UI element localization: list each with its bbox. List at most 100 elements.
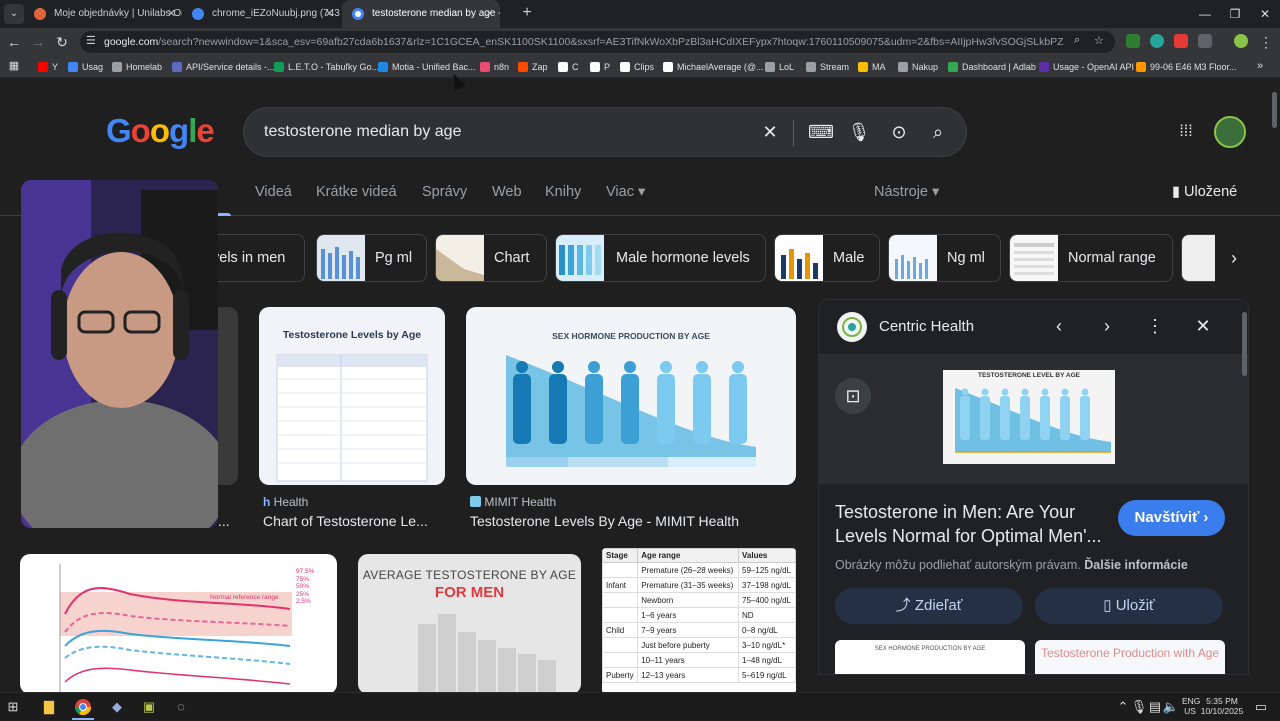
tab-short-videos[interactable]: Krátke videá	[316, 184, 397, 200]
chip-pg-ml[interactable]: Pg ml	[316, 234, 427, 282]
result-title[interactable]: Testosterone Levels By Age - MIMIT Healt…	[470, 513, 739, 529]
visit-button[interactable]: Navštíviť ›	[1118, 500, 1225, 536]
panel-preview-area[interactable]: TESTOSTERONE LEVEL BY AGE	[819, 354, 1248, 484]
back-icon[interactable]: ←	[4, 32, 24, 52]
forward-icon[interactable]: →	[28, 32, 48, 52]
search-box[interactable]: testosterone median by age ✕ ⌨ 🎙 ⊙ ⌕	[243, 107, 967, 157]
bookmark-item[interactable]: n8n	[480, 59, 509, 75]
chip-chart[interactable]: Chart	[435, 234, 547, 282]
volume-icon[interactable]: 🔈	[1162, 698, 1180, 716]
chip-partial[interactable]	[1181, 234, 1215, 282]
restore-icon[interactable]: ❐	[1220, 0, 1250, 28]
save-button[interactable]: ▯ Uložiť	[1035, 588, 1223, 624]
related-image[interactable]: Testosterone Production with Age	[1035, 640, 1225, 674]
result-source[interactable]: MIMIT Health	[470, 495, 556, 509]
google-logo[interactable]: Google	[106, 112, 215, 150]
bookmark-item[interactable]: Stream	[806, 59, 849, 75]
result-source[interactable]: h Health	[263, 495, 308, 509]
language-indicator[interactable]: ENG US	[1182, 696, 1200, 716]
result-image-average-testosterone[interactable]: AVERAGE TESTOSTERONE BY AGE FOR MEN	[358, 554, 581, 692]
profile-avatar-icon[interactable]	[1234, 34, 1248, 48]
result-image-reference-table[interactable]: Stage Age range Values Premature (26–28 wee…	[602, 548, 796, 692]
notifications-icon[interactable]: ▭	[1252, 698, 1270, 716]
google-apps-icon[interactable]: ⁞⁞⁞	[1176, 122, 1196, 142]
bookmark-item[interactable]: Usag	[68, 59, 103, 75]
panel-scrollbar[interactable]	[1242, 312, 1247, 376]
bookmark-item[interactable]: Y	[38, 59, 58, 75]
result-title-partial[interactable]: ...	[218, 513, 230, 529]
close-panel-icon[interactable]: ✕	[1191, 314, 1215, 338]
lens-search-icon[interactable]: ⊙	[887, 120, 911, 144]
bookmark-item[interactable]: P	[590, 59, 610, 75]
tab-books[interactable]: Knihy	[545, 184, 581, 200]
tab-image[interactable]: chrome_iEZoNuubj.png (743× ✕	[182, 0, 340, 28]
bookmark-item[interactable]: Zap	[518, 59, 548, 75]
previous-image-icon[interactable]: ‹	[1047, 314, 1071, 338]
bookmark-item[interactable]: MichaelAverage (@...	[663, 59, 764, 75]
lens-icon[interactable]: ⊡	[835, 378, 871, 414]
tab-search-button[interactable]: ⌄	[4, 4, 24, 24]
panel-image[interactable]: TESTOSTERONE LEVEL BY AGE	[943, 370, 1115, 464]
close-tab-icon[interactable]: ✕	[485, 0, 494, 28]
tab-google-search[interactable]: testosterone median by age - ✕	[342, 0, 500, 28]
chips-next-icon[interactable]: ›	[1222, 246, 1246, 270]
bookmark-star-icon[interactable]: ☆	[1094, 34, 1104, 47]
file-explorer-icon[interactable]: ▇	[40, 698, 58, 716]
learn-more-link[interactable]: Ďalšie informácie	[1084, 558, 1188, 572]
start-icon[interactable]: ⊞	[4, 698, 22, 716]
chip-ng-ml[interactable]: Ng ml	[888, 234, 1001, 282]
extension-icon[interactable]	[1126, 34, 1140, 48]
related-image[interactable]: SEX HORMONE PRODUCTION BY AGE	[835, 640, 1025, 674]
tab-videos[interactable]: Videá	[255, 184, 292, 200]
site-info-icon[interactable]: ☰	[86, 34, 96, 47]
extension-icon[interactable]	[1150, 34, 1164, 48]
saved-button[interactable]: ▮ Uložené	[1172, 184, 1237, 200]
account-avatar[interactable]	[1214, 116, 1246, 148]
tools-button[interactable]: Nástroje ▾	[874, 184, 939, 200]
tab-news[interactable]: Správy	[422, 184, 467, 200]
result-image-hormone-production[interactable]: SEX HORMONE PRODUCTION BY AGE	[466, 307, 796, 485]
next-image-icon[interactable]: ›	[1095, 314, 1119, 338]
address-text[interactable]: google.com/search?newwindow=1&sca_esv=69…	[104, 31, 1064, 53]
clock[interactable]: 5:35 PM 10/10/2025	[1200, 696, 1244, 716]
chip-male[interactable]: Male	[774, 234, 880, 282]
page-scrollbar[interactable]	[1272, 92, 1277, 128]
bookmark-item[interactable]: C	[558, 59, 579, 75]
bookmark-item[interactable]: Nakup	[898, 59, 938, 75]
bookmark-item[interactable]: MA	[858, 59, 886, 75]
tab-more[interactable]: Viac ▾	[606, 184, 645, 200]
close-tab-icon[interactable]: ✕	[325, 0, 334, 28]
close-tab-icon[interactable]: ✕	[167, 0, 176, 28]
bookmark-item[interactable]: Homelab	[112, 59, 162, 75]
result-image-reference-chart[interactable]: Normal reference range 97.5% 75% 50% 25%…	[20, 554, 337, 692]
tab-web[interactable]: Web	[492, 184, 522, 200]
chip-normal-range[interactable]: Normal range	[1009, 234, 1173, 282]
bookmark-item[interactable]: 99-06 E46 M3 Floor...	[1136, 59, 1237, 75]
result-image-levels-table[interactable]: Testosterone Levels by Age	[259, 307, 445, 485]
more-options-icon[interactable]: ⋮	[1143, 314, 1167, 338]
close-window-icon[interactable]: ✕	[1250, 0, 1280, 28]
new-tab-button[interactable]: +	[518, 4, 536, 24]
zoom-icon[interactable]: ⌕	[1074, 34, 1080, 47]
bookmark-item[interactable]: Motia - Unified Bac...	[378, 59, 476, 75]
bookmark-item[interactable]: L.E.T.O - Tabuľky Go...	[274, 59, 379, 75]
menu-kebab-icon[interactable]: ⋮	[1256, 32, 1276, 52]
bookmark-item[interactable]: Usage - OpenAI API	[1039, 59, 1134, 75]
panel-title[interactable]: Testosterone in Men: Are Your Levels Nor…	[835, 500, 1115, 548]
bookmark-item[interactable]: Clips	[620, 59, 654, 75]
extension-icon[interactable]	[1174, 34, 1188, 48]
search-icon[interactable]: ⌕	[926, 120, 950, 144]
tab-unilabs[interactable]: Moje objednávky | Unilabs Onl ✕	[24, 0, 182, 28]
app-icon[interactable]: ▣	[140, 698, 158, 716]
reload-icon[interactable]: ↻	[52, 32, 72, 52]
search-input[interactable]: testosterone median by age	[264, 108, 461, 156]
chip-male-hormone-levels[interactable]: Male hormone levels	[555, 234, 766, 282]
more-bookmarks-icon[interactable]: »	[1250, 56, 1270, 76]
app-icon[interactable]: ◌	[172, 698, 190, 716]
keyboard-icon[interactable]: ⌨	[808, 120, 834, 144]
chrome-icon[interactable]	[74, 698, 92, 716]
voice-search-icon[interactable]: 🎙	[847, 120, 871, 144]
app-icon[interactable]: ◆	[108, 698, 126, 716]
clear-search-icon[interactable]: ✕	[758, 120, 782, 144]
bookmark-item[interactable]: LoL	[765, 59, 794, 75]
